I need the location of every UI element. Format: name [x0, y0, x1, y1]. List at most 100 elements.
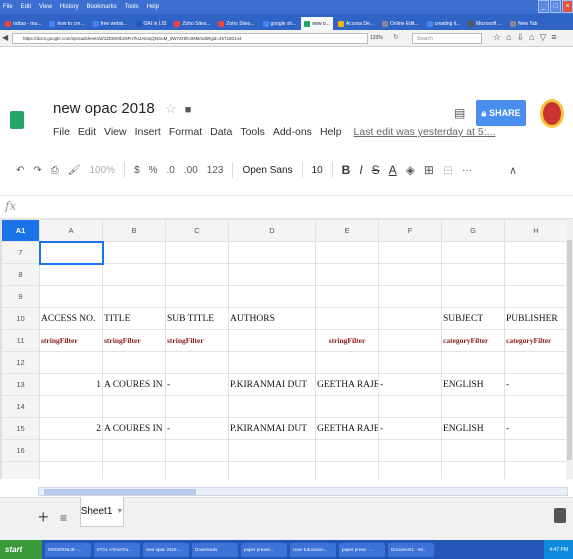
- document-title-text[interactable]: new opac 2018: [53, 100, 155, 117]
- grid-cell[interactable]: P.KIRANMAI DUT: [228, 417, 316, 440]
- row-header[interactable]: 10: [1, 307, 40, 330]
- menu-format[interactable]: Format: [169, 126, 202, 138]
- grid-cell[interactable]: [315, 351, 379, 374]
- browser-tab[interactable]: Zoho Sites...: [215, 17, 257, 30]
- column-header[interactable]: B: [102, 219, 166, 242]
- grid-cell[interactable]: [102, 285, 166, 308]
- grid-cell[interactable]: [378, 241, 442, 264]
- maximize-button[interactable]: □: [550, 0, 561, 13]
- menu-view[interactable]: View: [104, 126, 127, 138]
- currency-button[interactable]: $: [134, 165, 140, 176]
- column-header[interactable]: H: [504, 219, 566, 242]
- grid-cell[interactable]: [315, 285, 379, 308]
- percent-button[interactable]: %: [149, 165, 158, 176]
- grid-cell[interactable]: [315, 307, 379, 330]
- browser-tab[interactable]: new o...: [301, 17, 333, 30]
- grid-cell[interactable]: [378, 439, 442, 462]
- grid-cell[interactable]: 1: [39, 373, 103, 396]
- menu-add-ons[interactable]: Add-ons: [273, 126, 312, 138]
- grid-cell[interactable]: 2: [39, 417, 103, 440]
- menu-help[interactable]: Help: [320, 126, 342, 138]
- grid-cell[interactable]: SUBJECT: [441, 307, 505, 330]
- browser-menu-help[interactable]: Help: [147, 4, 159, 10]
- grid-cell[interactable]: categoryFilter: [441, 329, 505, 352]
- grid-cell[interactable]: [504, 285, 566, 308]
- grid-cell[interactable]: [228, 329, 316, 352]
- zoom-select[interactable]: 100%: [89, 165, 115, 176]
- grid-cell[interactable]: [39, 263, 103, 286]
- grid-cell[interactable]: [378, 461, 442, 479]
- grid-cell[interactable]: -: [504, 417, 566, 440]
- minimize-button[interactable]: _: [538, 0, 549, 13]
- grid-cell[interactable]: [228, 351, 316, 374]
- grid-cell[interactable]: P.KIRANMAI DUT: [228, 373, 316, 396]
- grid-cell[interactable]: stringFilter: [39, 329, 103, 352]
- browser-tab[interactable]: Online Edit...: [379, 17, 422, 30]
- browser-tab[interactable]: Zoho Sites...: [171, 17, 213, 30]
- column-header[interactable]: G: [441, 219, 505, 242]
- row-header[interactable]: 9: [1, 285, 40, 308]
- grid-cell[interactable]: [504, 395, 566, 418]
- grid-cell[interactable]: [441, 461, 505, 479]
- grid-cell[interactable]: [315, 263, 379, 286]
- menu-tools[interactable]: Tools: [240, 126, 265, 138]
- row-header[interactable]: 12: [1, 351, 40, 374]
- column-header[interactable]: D: [228, 219, 316, 242]
- share-button[interactable]: 🔒︎ SHARE: [476, 100, 526, 126]
- grid-cell[interactable]: [165, 351, 229, 374]
- taskbar-item[interactable]: new opac 2018 ...: [143, 542, 189, 557]
- grid-cell[interactable]: PUBLISHER: [504, 307, 566, 330]
- taskbar-item[interactable]: MODERNLIB -...: [45, 542, 91, 557]
- grid-cell[interactable]: ACCESS NO.: [39, 307, 103, 330]
- fill-color-icon[interactable]: ◈: [406, 163, 415, 177]
- active-cell-indicator[interactable]: A1: [1, 219, 40, 242]
- grid-cell[interactable]: [378, 329, 442, 352]
- grid-cell[interactable]: [378, 351, 442, 374]
- grid-cell[interactable]: -: [378, 417, 442, 440]
- star-icon[interactable]: ☆: [165, 101, 177, 116]
- menu-edit[interactable]: Edit: [78, 126, 96, 138]
- cell-table[interactable]: A1 A B C D E F G H 7 8 9 10 ACCESS NO. TITLE SUB TITLE…: [1, 219, 566, 479]
- document-title[interactable]: new opac 2018 ☆ ■: [53, 100, 191, 117]
- grid-cell[interactable]: [441, 241, 505, 264]
- grid-cell[interactable]: [228, 439, 316, 462]
- taskbar-item[interactable]: paper prese - ...: [339, 542, 385, 557]
- text-color-button[interactable]: A: [389, 163, 397, 177]
- grid-cell[interactable]: [102, 461, 166, 479]
- bold-button[interactable]: B: [342, 163, 351, 177]
- grid-cell[interactable]: categoryFilter: [504, 329, 566, 352]
- taskbar-item[interactable]: User Education...: [290, 542, 336, 557]
- grid-cell[interactable]: [102, 351, 166, 374]
- collapse-menu-button[interactable]: ∧: [509, 164, 517, 177]
- taskbar-item[interactable]: eTOL eTimeTra...: [94, 542, 140, 557]
- grid-cell[interactable]: A COURES IN CO: [102, 417, 166, 440]
- grid-cell[interactable]: [39, 285, 103, 308]
- menu-data[interactable]: Data: [210, 126, 232, 138]
- browser-menu-file[interactable]: File: [3, 4, 13, 10]
- grid-cell[interactable]: [504, 263, 566, 286]
- grid-cell[interactable]: GEETHA RAJEEV: [315, 373, 379, 396]
- browser-tab[interactable]: OAI in LIS: [133, 17, 170, 30]
- browser-tab[interactable]: how to cre...: [46, 17, 87, 30]
- decrease-decimal-button[interactable]: .0: [167, 165, 175, 176]
- grid-cell[interactable]: [504, 351, 566, 374]
- browser-tab[interactable]: google sh...: [260, 17, 300, 30]
- merge-cells-icon[interactable]: ⊟: [443, 163, 453, 177]
- grid-cell[interactable]: [378, 285, 442, 308]
- grid-cell[interactable]: [504, 241, 566, 264]
- grid-cell[interactable]: [165, 263, 229, 286]
- spreadsheet-grid[interactable]: A1 A B C D E F G H 7 8 9 10 ACCESS NO. TITLE SUB TITLE…: [0, 219, 566, 479]
- grid-cell[interactable]: [39, 395, 103, 418]
- browser-toolbar-icons[interactable]: ☆⌂⇩⌂▽≡: [493, 32, 562, 43]
- grid-cell[interactable]: A COURES IN CO: [102, 373, 166, 396]
- grid-cell[interactable]: [165, 439, 229, 462]
- reload-icon[interactable]: ↻: [393, 33, 399, 41]
- row-header[interactable]: 8: [1, 263, 40, 286]
- print-icon[interactable]: ⎙: [51, 165, 59, 176]
- grid-cell[interactable]: [39, 351, 103, 374]
- grid-cell[interactable]: -: [378, 373, 442, 396]
- browser-menu-view[interactable]: View: [39, 4, 52, 10]
- grid-cell[interactable]: [315, 395, 379, 418]
- grid-cell[interactable]: ENGLISH: [441, 373, 505, 396]
- menu-insert[interactable]: Insert: [135, 126, 161, 138]
